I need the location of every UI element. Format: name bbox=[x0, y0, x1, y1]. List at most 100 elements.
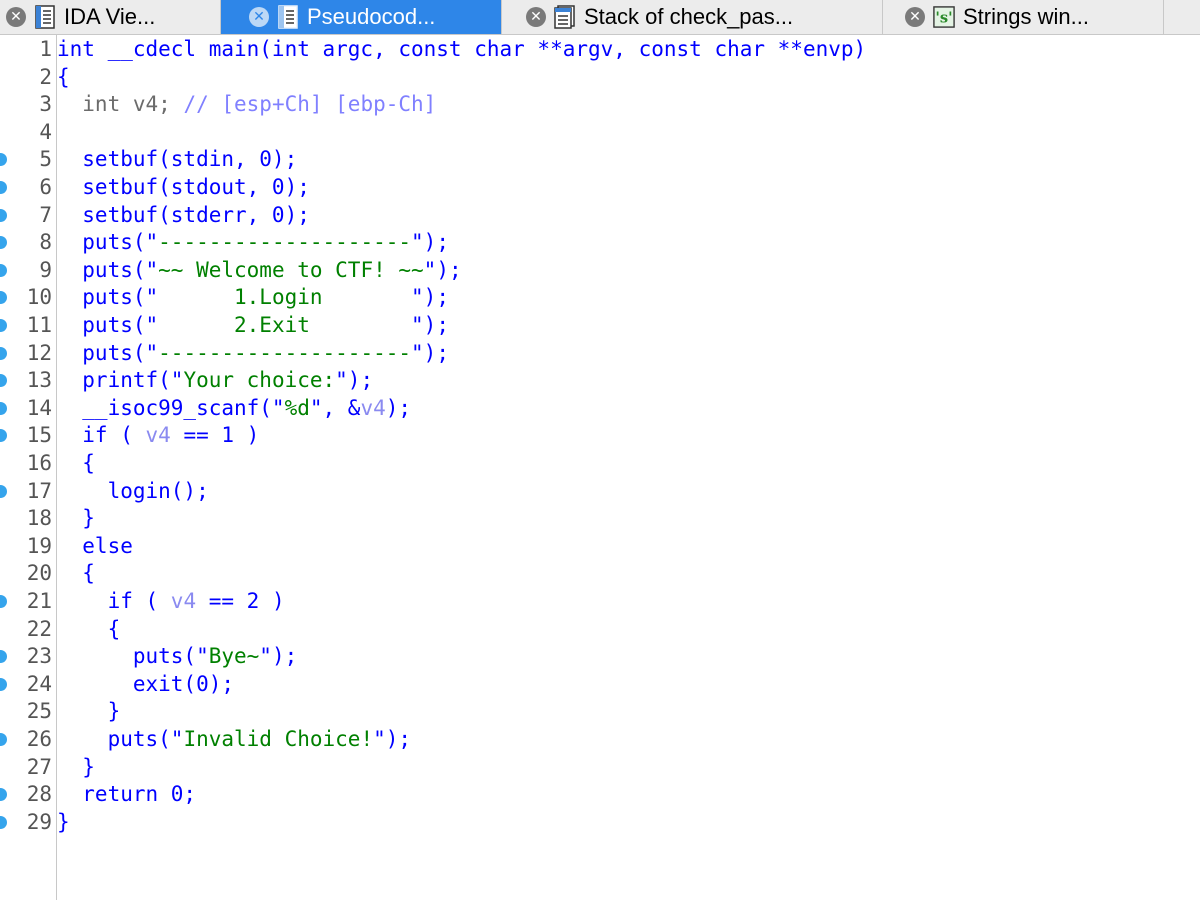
code-text[interactable]: if ( v4 == 2 ) bbox=[57, 588, 285, 616]
code-token: { bbox=[57, 451, 95, 475]
close-tab-icon[interactable]: ✕ bbox=[6, 7, 26, 27]
code-token: int __cdecl main(int argc, const char **… bbox=[57, 37, 867, 61]
code-token: puts(" bbox=[57, 340, 159, 365]
code-line[interactable]: 19 else bbox=[0, 533, 1200, 561]
code-text[interactable]: puts("~~ Welcome to CTF! ~~"); bbox=[57, 257, 461, 285]
code-text[interactable]: puts(" 1.Login "); bbox=[57, 284, 449, 312]
code-line[interactable]: 25 } bbox=[0, 698, 1200, 726]
code-token: Invalid Choice! bbox=[183, 727, 374, 751]
close-tab-icon[interactable]: ✕ bbox=[526, 7, 546, 27]
code-text[interactable]: { bbox=[57, 560, 95, 588]
code-line[interactable]: 16 { bbox=[0, 450, 1200, 478]
line-number: 4 bbox=[39, 119, 52, 144]
code-line[interactable]: 29} bbox=[0, 809, 1200, 837]
code-token: if ( bbox=[57, 423, 146, 448]
tab-pseudocode[interactable]: ✕ Pseudocod... bbox=[221, 0, 501, 34]
tab-label: IDA Vie... bbox=[64, 4, 156, 29]
tab-divider bbox=[1163, 0, 1164, 34]
code-text[interactable]: setbuf(stdout, 0); bbox=[57, 174, 310, 202]
code-token: "); bbox=[373, 727, 412, 751]
tab-ida-view[interactable]: ✕ IDA Vie... bbox=[0, 0, 220, 34]
code-text[interactable]: int __cdecl main(int argc, const char **… bbox=[57, 36, 866, 64]
svg-text:'s': 's' bbox=[935, 10, 952, 27]
code-line[interactable]: 24 exit(0); bbox=[0, 671, 1200, 699]
code-line[interactable]: 8 puts("--------------------"); bbox=[0, 229, 1200, 257]
code-text[interactable]: login(); bbox=[57, 478, 209, 506]
code-line[interactable]: 14 __isoc99_scanf("%d", &v4); bbox=[0, 395, 1200, 423]
line-number: 13 bbox=[26, 368, 52, 393]
code-token: == 1 ) bbox=[170, 423, 260, 448]
code-token: { bbox=[57, 64, 70, 89]
code-text[interactable]: setbuf(stderr, 0); bbox=[57, 202, 310, 230]
code-line[interactable]: 1 int __cdecl main(int argc, const char *… bbox=[0, 36, 1200, 64]
code-line[interactable]: 22 { bbox=[0, 616, 1200, 644]
code-line[interactable]: 27 } bbox=[0, 754, 1200, 782]
code-token: // [esp+Ch] [ebp-Ch] bbox=[183, 92, 437, 117]
code-line[interactable]: 17 login(); bbox=[0, 478, 1200, 506]
line-number: 12 bbox=[26, 340, 52, 365]
code-text[interactable]: { bbox=[57, 616, 121, 644]
code-line[interactable]: 18 } bbox=[0, 505, 1200, 533]
code-text[interactable]: setbuf(stdin, 0); bbox=[57, 146, 297, 174]
tab-bar: ✕ IDA Vie... ✕ Pseudocod... ✕ Stack of c… bbox=[0, 0, 1200, 35]
code-text[interactable]: } bbox=[57, 809, 70, 837]
code-text[interactable]: { bbox=[57, 64, 70, 92]
pseudocode-view[interactable]: 1 int __cdecl main(int argc, const char *… bbox=[0, 34, 1200, 900]
close-tab-icon[interactable]: ✕ bbox=[905, 7, 925, 27]
code-line[interactable]: 28 return 0; bbox=[0, 781, 1200, 809]
code-line[interactable]: 13 printf("Your choice:"); bbox=[0, 367, 1200, 395]
line-number: 9 bbox=[39, 257, 52, 282]
code-line[interactable]: 21 if ( v4 == 2 ) bbox=[0, 588, 1200, 616]
code-text[interactable]: else bbox=[57, 533, 133, 561]
code-text[interactable]: puts("Invalid Choice!"); bbox=[57, 726, 411, 754]
code-line[interactable]: 23 puts("Bye~"); bbox=[0, 643, 1200, 671]
code-text[interactable]: __isoc99_scanf("%d", &v4); bbox=[57, 395, 411, 423]
code-line[interactable]: 10 puts(" 1.Login "); bbox=[0, 284, 1200, 312]
code-line[interactable]: 9 puts("~~ Welcome to CTF! ~~"); bbox=[0, 257, 1200, 285]
code-token: "); bbox=[411, 340, 449, 365]
line-number: 3 bbox=[39, 92, 52, 117]
line-number: 2 bbox=[39, 64, 52, 89]
code-text[interactable]: return 0; bbox=[57, 781, 196, 809]
code-text[interactable]: puts(" 2.Exit "); bbox=[57, 312, 449, 340]
code-text[interactable]: int v4; // [esp+Ch] [ebp-Ch] bbox=[57, 91, 436, 119]
code-token: "); bbox=[259, 644, 298, 669]
line-number: 17 bbox=[26, 478, 52, 503]
code-token: if ( bbox=[57, 589, 171, 613]
code-token: "); bbox=[411, 285, 449, 310]
code-line[interactable]: 11 puts(" 2.Exit "); bbox=[0, 312, 1200, 340]
code-line[interactable]: 5 setbuf(stdin, 0); bbox=[0, 146, 1200, 174]
code-line[interactable]: 26 puts("Invalid Choice!"); bbox=[0, 726, 1200, 754]
code-line[interactable]: 2{ bbox=[0, 64, 1200, 92]
code-line[interactable]: 15 if ( v4 == 1 ) bbox=[0, 422, 1200, 450]
code-line[interactable]: 4 bbox=[0, 119, 1200, 147]
code-token: puts(" bbox=[57, 285, 159, 310]
code-text[interactable]: puts("--------------------"); bbox=[57, 340, 449, 368]
line-number: 29 bbox=[26, 809, 52, 834]
code-text[interactable]: } bbox=[57, 754, 95, 782]
code-text[interactable]: printf("Your choice:"); bbox=[57, 367, 373, 395]
tab-strings-window[interactable]: ✕ 's' Strings win... bbox=[883, 0, 1163, 34]
code-text[interactable]: exit(0); bbox=[57, 671, 234, 699]
code-text[interactable]: { bbox=[57, 450, 95, 478]
line-number: 16 bbox=[26, 451, 52, 475]
code-text[interactable]: puts("--------------------"); bbox=[57, 229, 449, 257]
code-token: puts(" bbox=[57, 313, 159, 337]
code-text[interactable]: puts("Bye~"); bbox=[57, 643, 297, 671]
code-token: } bbox=[57, 699, 121, 724]
code-text[interactable]: if ( v4 == 1 ) bbox=[57, 422, 259, 450]
code-token: -------------------- bbox=[158, 340, 412, 365]
line-number: 6 bbox=[39, 175, 52, 199]
code-line[interactable]: 12 puts("--------------------"); bbox=[0, 340, 1200, 368]
code-text[interactable]: } bbox=[57, 505, 95, 533]
line-number: 11 bbox=[26, 313, 52, 337]
code-line[interactable]: 6 setbuf(stdout, 0); bbox=[0, 174, 1200, 202]
code-line[interactable]: 7 setbuf(stderr, 0); bbox=[0, 202, 1200, 230]
code-line[interactable]: 3 int v4; // [esp+Ch] [ebp-Ch] bbox=[0, 91, 1200, 119]
line-number: 8 bbox=[39, 230, 52, 255]
code-line[interactable]: 20 { bbox=[0, 560, 1200, 588]
tab-stack-of-check-pass[interactable]: ✕ Stack of check_pas... bbox=[502, 0, 882, 34]
close-tab-icon[interactable]: ✕ bbox=[249, 7, 269, 27]
code-text[interactable]: } bbox=[57, 698, 121, 726]
code-token: == 2 ) bbox=[196, 589, 285, 613]
